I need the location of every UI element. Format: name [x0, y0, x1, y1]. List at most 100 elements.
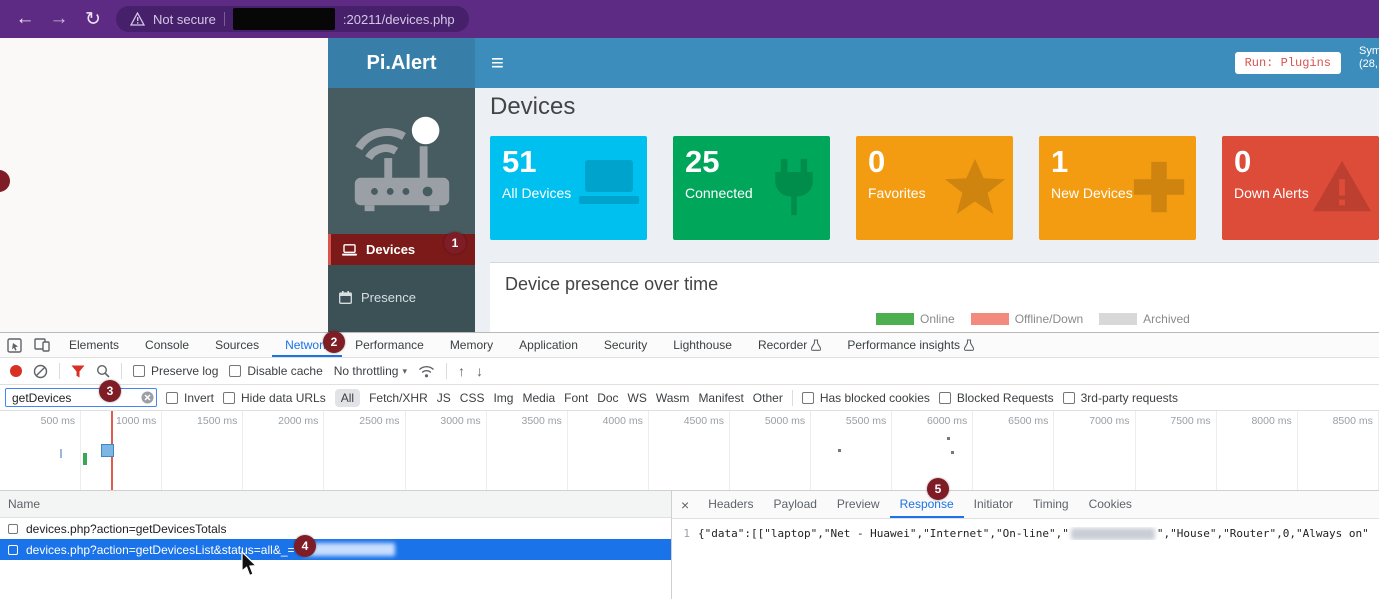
- presence-panel: Device presence over time Online Offline…: [490, 262, 1379, 332]
- export-har-icon[interactable]: ↓: [476, 363, 483, 379]
- response-line[interactable]: 1 {"data":[["laptop","Net - Huawei","Int…: [672, 527, 1379, 540]
- annotation-badge-4: 4: [294, 535, 316, 557]
- record-button[interactable]: [10, 365, 22, 377]
- page-viewport: Pi.Alert: [0, 38, 1379, 332]
- preserve-log-checkbox[interactable]: Preserve log: [133, 364, 218, 378]
- tab-performance[interactable]: Performance: [342, 333, 437, 357]
- forward-icon[interactable]: →: [42, 8, 76, 30]
- tab-recorder[interactable]: Recorder: [745, 333, 834, 357]
- tab-lighthouse[interactable]: Lighthouse: [660, 333, 745, 357]
- filter-type-wasm[interactable]: Wasm: [656, 391, 690, 405]
- timeline-label: 4500 ms: [649, 411, 730, 490]
- filter-input[interactable]: [5, 388, 157, 407]
- tab-timing[interactable]: Timing: [1023, 491, 1079, 518]
- timeline-label: 7500 ms: [1136, 411, 1217, 490]
- checkbox: [1063, 392, 1075, 404]
- redacted-host: [233, 8, 335, 30]
- chart-legend: Online Offline/Down Archived: [876, 312, 1190, 326]
- top-navbar: ≡ Run: Plugins Sym (28,: [475, 38, 1379, 88]
- inspect-element-icon[interactable]: [0, 338, 28, 353]
- blocked-requests-checkbox[interactable]: Blocked Requests: [939, 391, 1054, 405]
- card-down-alerts[interactable]: 0 Down Alerts: [1222, 136, 1379, 240]
- summary-cards: 51 All Devices 25 Connected 0 Favorites: [490, 136, 1379, 240]
- legend-online[interactable]: Online: [876, 312, 955, 326]
- filter-type-media[interactable]: Media: [522, 391, 555, 405]
- tab-response[interactable]: Response: [890, 491, 964, 518]
- hide-data-urls-checkbox[interactable]: Hide data URLs: [223, 391, 326, 405]
- tab-initiator[interactable]: Initiator: [964, 491, 1023, 518]
- throttling-dropdown[interactable]: No throttling▾: [334, 364, 407, 378]
- address-bar[interactable]: Not secure :20211/devices.php: [116, 6, 469, 32]
- sidebar-item-label: Devices: [366, 242, 415, 257]
- filter-icon[interactable]: [71, 365, 85, 378]
- address-divider: [224, 12, 225, 26]
- tab-headers[interactable]: Headers: [698, 491, 763, 518]
- filter-type-js[interactable]: JS: [437, 391, 451, 405]
- experiment-flask-icon: [964, 339, 974, 351]
- browser-toolbar: ← → ↻ Not secure :20211/devices.php: [0, 0, 1379, 38]
- tab-application[interactable]: Application: [506, 333, 591, 357]
- filter-type-fetch-xhr[interactable]: Fetch/XHR: [369, 391, 428, 405]
- tab-memory[interactable]: Memory: [437, 333, 506, 357]
- back-icon[interactable]: ←: [8, 8, 42, 30]
- disable-cache-checkbox[interactable]: Disable cache: [229, 364, 322, 378]
- card-favorites[interactable]: 0 Favorites: [856, 136, 1013, 240]
- checkbox[interactable]: [8, 524, 18, 534]
- tab-payload[interactable]: Payload: [764, 491, 827, 518]
- run-plugins-button[interactable]: Run: Plugins: [1235, 52, 1341, 74]
- legend-offline-down[interactable]: Offline/Down: [971, 312, 1083, 326]
- legend-swatch-archived: [1099, 313, 1137, 325]
- filter-type-css[interactable]: CSS: [460, 391, 485, 405]
- import-har-icon[interactable]: ↑: [458, 363, 465, 379]
- timeline-label: 1000 ms: [81, 411, 162, 490]
- sidebar-item-presence[interactable]: Presence: [328, 282, 475, 313]
- checkbox[interactable]: [8, 545, 18, 555]
- invert-checkbox[interactable]: Invert: [166, 391, 214, 405]
- requests-header[interactable]: Name: [0, 491, 671, 518]
- tab-security[interactable]: Security: [591, 333, 660, 357]
- timeline-label: 2500 ms: [324, 411, 405, 490]
- filter-type-all[interactable]: All: [335, 389, 360, 407]
- filter-type-ws[interactable]: WS: [628, 391, 647, 405]
- hamburger-menu-icon[interactable]: ≡: [491, 50, 504, 76]
- request-row[interactable]: devices.php?action=getDevicesTotals: [0, 518, 671, 539]
- requests-pane: Name devices.php?action=getDevicesTotals…: [0, 491, 672, 599]
- warning-triangle-icon: [130, 12, 145, 26]
- warning-icon: [1311, 156, 1373, 216]
- close-icon[interactable]: ×: [672, 497, 698, 513]
- filter-type-other[interactable]: Other: [753, 391, 783, 405]
- timeline-label: 500 ms: [0, 411, 81, 490]
- filter-type-manifest[interactable]: Manifest: [698, 391, 743, 405]
- clear-button[interactable]: [33, 364, 48, 379]
- network-overview-timeline[interactable]: 500 ms 1000 ms 1500 ms 2000 ms 2500 ms 3…: [0, 411, 1379, 491]
- laptop-icon: [577, 156, 641, 216]
- timeline-activity-dot: [838, 449, 841, 452]
- router-icon: [343, 103, 461, 221]
- filter-type-doc[interactable]: Doc: [597, 391, 618, 405]
- network-conditions-icon[interactable]: [418, 365, 435, 378]
- reload-icon[interactable]: ↻: [76, 8, 110, 31]
- card-connected[interactable]: 25 Connected: [673, 136, 830, 240]
- clear-filter-icon[interactable]: [141, 391, 154, 404]
- card-all-devices[interactable]: 51 All Devices: [490, 136, 647, 240]
- tab-console[interactable]: Console: [132, 333, 202, 357]
- tab-elements[interactable]: Elements: [56, 333, 132, 357]
- legend-archived[interactable]: Archived: [1099, 312, 1190, 326]
- tab-sources[interactable]: Sources: [202, 333, 272, 357]
- tab-performance-insights[interactable]: Performance insights: [834, 333, 987, 357]
- timeline-label: 3000 ms: [406, 411, 487, 490]
- card-new-devices[interactable]: 1 New Devices: [1039, 136, 1196, 240]
- tab-cookies[interactable]: Cookies: [1079, 491, 1142, 518]
- device-toolbar-icon[interactable]: [28, 338, 56, 352]
- third-party-requests-checkbox[interactable]: 3rd-party requests: [1063, 391, 1178, 405]
- network-bottom-split: Name devices.php?action=getDevicesTotals…: [0, 491, 1379, 599]
- search-icon[interactable]: [96, 364, 110, 378]
- plus-icon: [1128, 156, 1190, 218]
- filter-type-font[interactable]: Font: [564, 391, 588, 405]
- tab-preview[interactable]: Preview: [827, 491, 890, 518]
- request-row-selected[interactable]: devices.php?action=getDevicesList&status…: [0, 539, 671, 560]
- details-tabbar: × Headers Payload Preview Response Initi…: [672, 491, 1379, 519]
- timeline-label: 8000 ms: [1217, 411, 1298, 490]
- has-blocked-cookies-checkbox[interactable]: Has blocked cookies: [802, 391, 930, 405]
- filter-type-img[interactable]: Img: [493, 391, 513, 405]
